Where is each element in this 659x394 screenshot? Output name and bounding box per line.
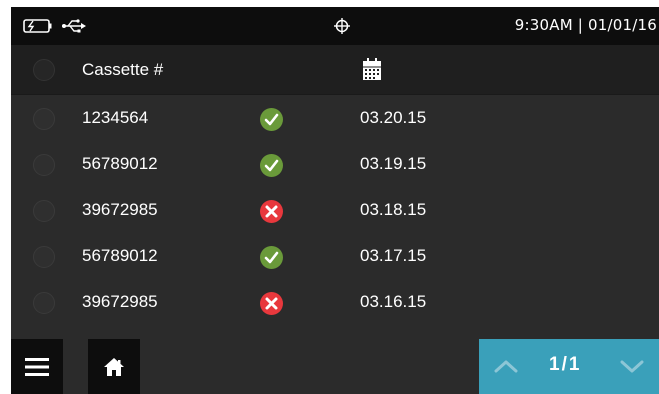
list-row[interactable]: 39672985 03.16.15 [11, 280, 659, 326]
bottom-bar: 1/1 [11, 339, 659, 394]
check-icon [260, 154, 283, 177]
select-all-radio[interactable] [33, 59, 55, 81]
pagination-control: 1/1 [479, 339, 659, 394]
cassette-number: 56789012 [82, 154, 158, 173]
crosshair-icon [334, 18, 350, 34]
home-icon [104, 357, 124, 376]
list-header: Cassette # [11, 45, 659, 95]
error-x-icon [260, 292, 283, 315]
battery-icon [23, 19, 52, 33]
date-value: 03.17.15 [360, 246, 427, 265]
list-row[interactable]: 56789012 03.19.15 [11, 142, 659, 188]
cassette-column-header[interactable]: Cassette # [82, 60, 163, 80]
row-select-radio[interactable] [33, 108, 55, 130]
calendar-icon[interactable] [362, 57, 382, 81]
cassette-number: 1234564 [82, 108, 149, 127]
check-icon [260, 246, 283, 269]
date-value: 03.16.15 [360, 292, 427, 311]
usb-icon [62, 19, 86, 33]
cassette-number: 39672985 [82, 292, 158, 311]
page-indicator: 1/1 [549, 354, 582, 375]
hamburger-menu-icon [25, 357, 49, 376]
home-button[interactable] [88, 339, 140, 394]
device-screen: 9:30AM | 01/01/16 Cassette # 1234564 03.… [11, 7, 659, 394]
chevron-down-icon[interactable] [619, 357, 645, 375]
date-value: 03.20.15 [360, 108, 427, 127]
date-value: 03.18.15 [360, 200, 427, 219]
date-value: 03.19.15 [360, 154, 427, 173]
status-bar: 9:30AM | 01/01/16 [11, 7, 659, 45]
list-row[interactable]: 56789012 03.17.15 [11, 234, 659, 280]
cassette-number: 56789012 [82, 246, 158, 265]
list-row[interactable]: 1234564 03.20.15 [11, 96, 659, 142]
error-x-icon [260, 200, 283, 223]
menu-button[interactable] [11, 339, 63, 394]
status-datetime: 9:30AM | 01/01/16 [514, 16, 657, 34]
row-select-radio[interactable] [33, 154, 55, 176]
row-select-radio[interactable] [33, 246, 55, 268]
row-select-radio[interactable] [33, 200, 55, 222]
cassette-number: 39672985 [82, 200, 158, 219]
chevron-up-icon[interactable] [493, 357, 519, 375]
row-select-radio[interactable] [33, 292, 55, 314]
check-icon [260, 108, 283, 131]
list-row[interactable]: 39672985 03.18.15 [11, 188, 659, 234]
